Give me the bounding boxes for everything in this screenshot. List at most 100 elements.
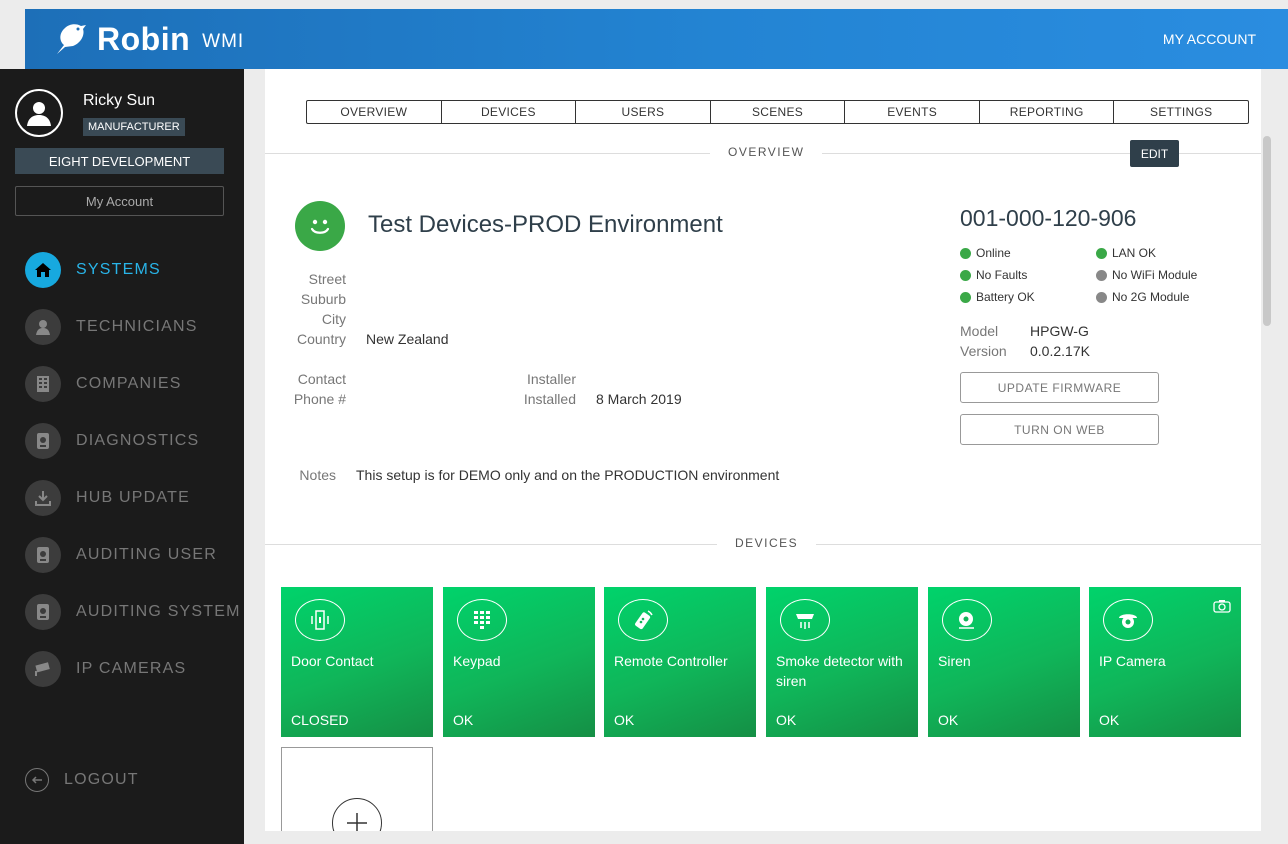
street-label: Street xyxy=(308,271,346,287)
status-text: No Faults xyxy=(976,268,1028,282)
device-tile-ip-camera[interactable]: IP Camera OK xyxy=(1089,587,1241,737)
status-dot xyxy=(1096,247,1107,259)
status-battery: Battery OK xyxy=(960,290,1035,304)
logout-button[interactable]: LOGOUT xyxy=(25,767,139,793)
status-dot xyxy=(1096,291,1107,303)
tab-scenes[interactable]: SCENES xyxy=(711,101,846,123)
device-state: OK xyxy=(453,712,474,728)
audit-user-icon xyxy=(25,537,61,573)
status-dot xyxy=(960,291,971,303)
company-button[interactable]: EIGHT DEVELOPMENT xyxy=(15,148,224,174)
ip-camera-icon xyxy=(1103,599,1153,641)
device-state: OK xyxy=(776,712,797,728)
status-dot xyxy=(960,269,971,281)
remote-icon xyxy=(618,599,668,641)
serial-number: 001-000-120-906 xyxy=(960,205,1137,231)
snapshot-camera-icon[interactable] xyxy=(1213,599,1231,618)
bottom-gutter xyxy=(265,831,1261,844)
status-text: No WiFi Module xyxy=(1112,268,1198,282)
nav-item-auditing-system[interactable]: AUDITING SYSTEM xyxy=(25,594,241,630)
nav-label: TECHNICIANS xyxy=(76,318,198,335)
status-smiley-icon xyxy=(295,201,345,251)
edit-button[interactable]: EDIT xyxy=(1130,140,1179,167)
notes-label: Notes xyxy=(299,467,336,483)
siren-icon xyxy=(942,599,992,641)
nav-item-hub-update[interactable]: HUB UPDATE xyxy=(25,480,190,516)
device-name: Keypad xyxy=(453,653,501,669)
status-wifi: No WiFi Module xyxy=(1096,268,1197,282)
main-panel: OVERVIEW DEVICES USERS SCENES EVENTS REP… xyxy=(265,69,1261,844)
avatar[interactable] xyxy=(15,89,63,137)
status-text: Online xyxy=(976,246,1011,260)
status-faults: No Faults xyxy=(960,268,1027,282)
country-value: New Zealand xyxy=(366,331,449,347)
status-dot xyxy=(960,247,971,259)
tab-devices[interactable]: DEVICES xyxy=(442,101,577,123)
update-firmware-button[interactable]: UPDATE FIRMWARE xyxy=(960,372,1159,403)
device-tile-keypad[interactable]: Keypad OK xyxy=(443,587,595,737)
device-name: Smoke detector with siren xyxy=(776,653,903,689)
logo[interactable]: Robin WMI xyxy=(53,19,244,59)
user-avatar-icon xyxy=(27,102,51,126)
tab-users[interactable]: USERS xyxy=(576,101,711,123)
user-name: Ricky Sun xyxy=(83,92,156,109)
city-label: City xyxy=(321,311,346,327)
download-icon xyxy=(25,480,61,516)
nav-label: IP CAMERAS xyxy=(76,660,187,677)
nav-item-auditing-user[interactable]: AUDITING USER xyxy=(25,537,217,573)
status-text: Battery OK xyxy=(976,290,1035,304)
suburb-label: Suburb xyxy=(300,291,346,307)
device-name: Door Contact xyxy=(291,653,374,669)
turn-on-web-button[interactable]: TURN ON WEB xyxy=(960,414,1159,445)
device-tile-smoke-detector[interactable]: Smoke detector with siren OK xyxy=(766,587,918,737)
keypad-icon xyxy=(457,599,507,641)
status-text: No 2G Module xyxy=(1112,290,1190,304)
my-account-link[interactable]: MY ACCOUNT xyxy=(1163,31,1256,47)
nav-item-ip-cameras[interactable]: IP CAMERAS xyxy=(25,651,186,687)
nav-item-systems[interactable]: SYSTEMS xyxy=(25,252,161,288)
status-2g: No 2G Module xyxy=(1096,290,1189,304)
home-icon xyxy=(25,252,61,288)
nav-item-technicians[interactable]: TECHNICIANS xyxy=(25,309,198,345)
nav-label: DIAGNOSTICS xyxy=(76,432,200,449)
nav-item-companies[interactable]: COMPANIES xyxy=(25,366,182,402)
device-tile-remote-controller[interactable]: Remote Controller OK xyxy=(604,587,756,737)
version-label: Version xyxy=(960,343,1007,359)
add-device-tile[interactable] xyxy=(281,747,433,844)
notes-value: This setup is for DEMO only and on the P… xyxy=(356,467,780,483)
device-name: Siren xyxy=(938,653,971,669)
installer-label: Installer xyxy=(526,371,576,387)
system-name: Test Devices-PROD Environment xyxy=(368,211,723,238)
nav-item-diagnostics[interactable]: DIAGNOSTICS xyxy=(25,423,199,459)
device-tile-door-contact[interactable]: Door Contact CLOSED xyxy=(281,587,433,737)
smoke-detector-icon xyxy=(780,599,830,641)
product-name: WMI xyxy=(202,31,245,52)
tab-events[interactable]: EVENTS xyxy=(845,101,980,123)
diagnostics-icon xyxy=(25,423,61,459)
country-label: Country xyxy=(296,331,346,347)
installed-label: Installed xyxy=(523,391,576,407)
nav-label: HUB UPDATE xyxy=(76,489,190,506)
nav-label: AUDITING USER xyxy=(76,546,217,563)
device-state: OK xyxy=(938,712,959,728)
overview-section-title: OVERVIEW xyxy=(710,145,823,159)
nav-label: AUDITING SYSTEM xyxy=(76,603,241,620)
my-account-button[interactable]: My Account xyxy=(15,186,224,216)
tab-settings[interactable]: SETTINGS xyxy=(1114,101,1248,123)
device-tile-siren[interactable]: Siren OK xyxy=(928,587,1080,737)
scrollbar[interactable] xyxy=(1263,136,1271,326)
model-value: HPGW-G xyxy=(1030,323,1089,339)
device-name: IP Camera xyxy=(1099,653,1166,669)
phone-label: Phone # xyxy=(293,391,346,407)
status-lan: LAN OK xyxy=(1096,246,1156,260)
status-text: LAN OK xyxy=(1112,246,1157,260)
tab-overview[interactable]: OVERVIEW xyxy=(307,101,442,123)
status-dot xyxy=(1096,269,1107,281)
tab-reporting[interactable]: REPORTING xyxy=(980,101,1115,123)
device-state: OK xyxy=(1099,712,1120,728)
door-contact-icon xyxy=(295,599,345,641)
brand-name: Robin xyxy=(97,20,191,57)
device-name: Remote Controller xyxy=(614,653,728,669)
model-label: Model xyxy=(960,323,999,339)
building-icon xyxy=(25,366,61,402)
